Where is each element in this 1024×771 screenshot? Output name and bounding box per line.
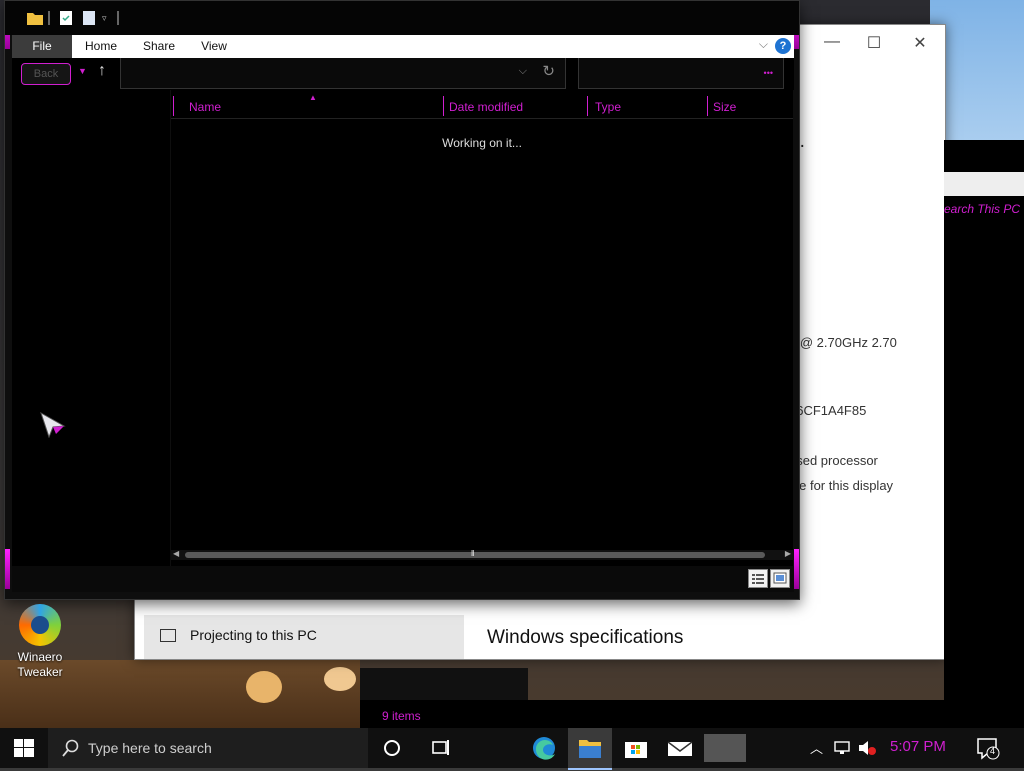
up-arrow-icon[interactable]: ↑: [98, 62, 106, 80]
ribbon: File Home Share View ⌵ ?: [12, 35, 794, 58]
folder-icon: [27, 13, 43, 25]
column-divider[interactable]: [707, 96, 708, 116]
taskbar: Type here to search ︿ 5:07 PM 4: [0, 728, 1024, 770]
close-button[interactable]: ✕: [905, 33, 935, 53]
taskbar-edge-button[interactable]: [522, 728, 566, 768]
file-explorer-icon: [579, 740, 601, 758]
details-view-button[interactable]: [748, 569, 768, 588]
show-hidden-icons-button[interactable]: ︿: [810, 738, 823, 757]
search-placeholder: Type here to search: [88, 740, 212, 756]
properties-icon[interactable]: [60, 11, 72, 25]
search-input[interactable]: •••: [578, 58, 784, 89]
separator: [48, 11, 50, 25]
navigation-pane[interactable]: [12, 90, 170, 566]
details-view-icon: [752, 574, 764, 584]
processor-speed-fragment: 2 @ 2.70GHz 2.70: [789, 335, 897, 350]
window-border-glow: [5, 549, 10, 589]
search-options-icon[interactable]: •••: [764, 68, 773, 78]
task-view-icon: [432, 740, 449, 755]
desktop-icon-label: Winaero Tweaker: [12, 650, 68, 680]
quick-access-toolbar: ▿: [5, 1, 799, 35]
tab-share[interactable]: Share: [134, 35, 184, 58]
tab-home[interactable]: Home: [76, 35, 126, 58]
help-button[interactable]: ?: [775, 38, 791, 54]
windows-logo-icon: [14, 739, 34, 757]
background-explorer-statusbar: 9 items: [360, 700, 944, 728]
column-header-date[interactable]: Date modified: [449, 100, 523, 114]
address-bar[interactable]: ⌵ ↻: [120, 58, 566, 89]
column-header-type[interactable]: Type: [595, 100, 621, 114]
tab-file[interactable]: File: [12, 35, 72, 58]
maximize-button[interactable]: ☐: [859, 33, 889, 53]
mail-icon: [667, 741, 693, 756]
sort-caret-icon: ▲: [309, 93, 317, 102]
taskbar-mail-button[interactable]: [658, 728, 702, 768]
address-bar[interactable]: [944, 172, 1024, 196]
taskbar-store-button[interactable]: [614, 728, 658, 768]
refresh-icon[interactable]: ↻: [542, 62, 555, 80]
large-icons-view-button[interactable]: [770, 569, 790, 588]
cortana-circle-icon: [384, 740, 400, 756]
large-icons-view-icon: [773, 572, 787, 584]
scroll-right-icon[interactable]: ▶: [785, 549, 791, 558]
search-placeholder[interactable]: earch This PC: [944, 202, 1020, 216]
projector-icon: [160, 629, 176, 642]
network-icon[interactable]: [834, 740, 852, 756]
column-divider[interactable]: [173, 96, 174, 116]
separator: [117, 11, 119, 25]
column-divider[interactable]: [587, 96, 588, 116]
nav-item-projecting[interactable]: Projecting to this PC: [144, 615, 464, 659]
volume-muted-icon[interactable]: [858, 740, 876, 756]
winaero-tweaker-icon: [19, 604, 61, 646]
search-icon: [62, 739, 79, 757]
column-header-size[interactable]: Size: [713, 100, 736, 114]
chevron-down-icon[interactable]: ⌵: [519, 65, 527, 78]
scroll-left-icon[interactable]: ◀: [173, 549, 179, 558]
taskbar-open-window-button[interactable]: [704, 734, 746, 762]
column-divider[interactable]: [443, 96, 444, 116]
navigation-bar: Back ▼ ↑ ⌵ ↻ •••: [12, 58, 794, 90]
pen-touch-fragment: ble for this display: [789, 478, 894, 493]
horizontal-scrollbar[interactable]: ◀ ‖ ▶: [171, 549, 793, 560]
notification-count: 4: [990, 746, 996, 756]
loading-message: Working on it...: [442, 136, 522, 150]
customize-toolbar-icon[interactable]: ▿: [102, 13, 107, 27]
window-border-glow: [794, 549, 799, 589]
notification-icon: [977, 738, 1000, 760]
start-button[interactable]: [0, 728, 48, 768]
new-folder-icon[interactable]: [83, 11, 95, 25]
icon-label-line: Tweaker: [17, 665, 63, 679]
item-count: 9 items: [382, 709, 421, 723]
status-bar: [12, 566, 794, 592]
tab-view[interactable]: View: [192, 35, 236, 58]
background-explorer-pane: [360, 668, 528, 704]
edge-browser-icon: [533, 737, 555, 760]
scrollbar-thumb[interactable]: [185, 552, 765, 558]
action-center-button[interactable]: 4: [966, 728, 1010, 768]
icon-label-line: Winaero: [17, 650, 63, 664]
wallpaper-objects: [246, 667, 356, 703]
mouse-cursor-icon: [40, 412, 66, 438]
column-header-name[interactable]: Name: [189, 100, 221, 114]
back-forward-button[interactable]: Back: [21, 63, 71, 85]
cortana-button[interactable]: [370, 728, 414, 768]
desktop-icon-winaero-tweaker[interactable]: Winaero Tweaker: [12, 604, 68, 680]
taskbar-file-explorer-button[interactable]: [568, 728, 612, 770]
recent-locations-dropdown-icon[interactable]: ▼: [78, 66, 87, 76]
file-list-pane[interactable]: ▲ Name Date modified Type Size Working o…: [171, 90, 793, 566]
section-heading: Windows specifications: [487, 627, 684, 648]
file-explorer-window: ▿ File Home Share View ⌵ ? Back ▼ ↑ ⌵ ↻ …: [4, 0, 800, 600]
taskbar-search-box[interactable]: Type here to search: [48, 728, 368, 768]
scrollbar-grip-icon: ‖: [471, 549, 475, 558]
store-icon: [625, 742, 647, 758]
clock[interactable]: 5:07 PM: [890, 738, 946, 755]
product-id-fragment: 16CF1A4F85: [789, 403, 867, 418]
minimize-button[interactable]: —: [817, 33, 847, 51]
column-headers: ▲ Name Date modified Type Size: [171, 93, 793, 119]
background-explorer-window: earch This PC: [944, 140, 1024, 728]
nav-item-label: Projecting to this PC: [190, 627, 317, 643]
expand-ribbon-icon[interactable]: ⌵: [759, 37, 768, 52]
task-view-button[interactable]: [418, 728, 462, 768]
system-type-fragment: ased processor: [789, 453, 878, 468]
